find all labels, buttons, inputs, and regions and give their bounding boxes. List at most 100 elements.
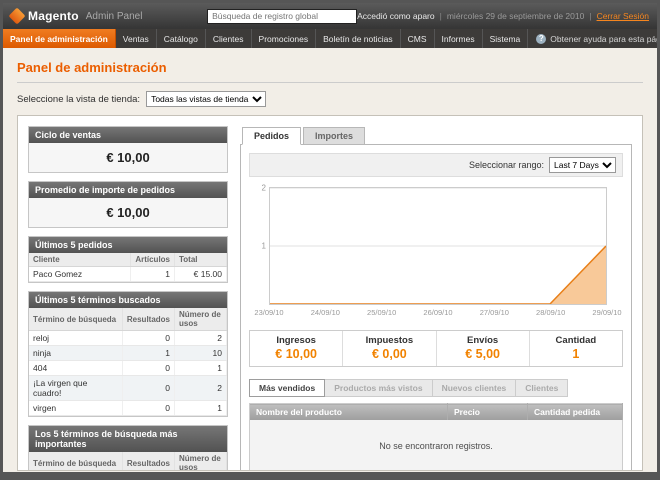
top-search-terms-table: Término de búsquedaResultadosNúmero de u… [29, 452, 227, 471]
top-search-terms-card: Los 5 términos de búsqueda más important… [28, 425, 228, 471]
table-row[interactable]: reloj02 [29, 331, 227, 346]
grid-tab-productos-mas-vistos[interactable]: Productos más vistos [325, 379, 432, 397]
card-title: Los 5 términos de búsqueda más important… [29, 426, 227, 452]
nav-item-ventas[interactable]: Ventas [116, 29, 157, 48]
nav-item-informes[interactable]: Informes [435, 29, 483, 48]
top-header: Magento Admin Panel Accedió como aparo |… [3, 3, 657, 29]
range-selector-bar: Seleccionar rango: Last 7 Days [249, 153, 623, 177]
lifetime-sales-card: Ciclo de ventas € 10,00 [28, 126, 228, 173]
store-view-select[interactable]: Todas las vistas de tienda [146, 91, 266, 107]
product-grid-tabs: Más vendidos Productos más vistos Nuevos… [249, 379, 623, 397]
store-view-row: Seleccione la vista de tienda: Todas las… [17, 83, 643, 115]
range-select[interactable]: Last 7 Days [549, 157, 616, 173]
nav-item-cms[interactable]: CMS [401, 29, 435, 48]
dashboard-left-column: Ciclo de ventas € 10,00 Promedio de impo… [28, 126, 228, 460]
table-header-row: ClienteArtículosTotal [29, 253, 227, 267]
chart-x-label: 23/09/10 [254, 308, 283, 317]
last-search-terms-table: Término de búsquedaResultadosNúmero de u… [29, 308, 227, 416]
card-title: Ciclo de ventas [29, 127, 227, 143]
nav-item-dashboard[interactable]: Panel de administración [3, 29, 116, 48]
chart-tabs: Pedidos Importes [240, 126, 632, 144]
table-row[interactable]: 40401 [29, 361, 227, 376]
chart-y-label: 1 [256, 242, 266, 251]
card-title: Últimos 5 pedidos [29, 237, 227, 253]
grid-tab-nuevos-clientes[interactable]: Nuevos clientes [433, 379, 517, 397]
column-header: Cliente [29, 253, 131, 267]
chart-x-label: 24/09/10 [311, 308, 340, 317]
table-row[interactable]: virgen01 [29, 401, 227, 416]
stat-value: € 10,00 [252, 347, 340, 361]
orders-chart-svg [270, 188, 606, 304]
column-header: Total [175, 253, 227, 267]
column-header: Número de usos [175, 452, 227, 471]
orders-chart: 12 23/09/1024/09/1025/09/1026/09/1027/09… [269, 187, 607, 320]
session-info: Accedió como aparo | miércoles 29 de sep… [357, 11, 649, 21]
stat-envios: Envíos € 5,00 [436, 331, 529, 366]
store-view-label: Seleccione la vista de tienda: [17, 94, 140, 105]
magento-logo-icon [9, 8, 26, 25]
table-row[interactable]: Paco Gomez1€ 15.00 [29, 267, 227, 282]
grid-tab-mas-vendidos[interactable]: Más vendidos [249, 379, 325, 397]
logo-subtitle: Admin Panel [86, 11, 143, 22]
stat-value: 1 [532, 347, 620, 361]
range-label: Seleccionar rango: [469, 160, 544, 170]
nav-item-clientes[interactable]: Clientes [206, 29, 252, 48]
logout-link[interactable]: Cerrar Sesión [597, 11, 649, 21]
separator: | [589, 11, 591, 21]
nav-item-boletin[interactable]: Boletín de noticias [316, 29, 400, 48]
global-search-input[interactable] [207, 9, 357, 24]
logged-in-text: Accedió como aparo [357, 11, 435, 21]
stat-impuestos: Impuestos € 0,00 [342, 331, 435, 366]
last-orders-rows: Paco Gomez1€ 15.00 [29, 267, 227, 282]
table-header-row: Término de búsquedaResultadosNúmero de u… [29, 452, 227, 471]
stat-label: Ingresos [252, 335, 340, 346]
stat-cantidad: Cantidad 1 [529, 331, 622, 366]
last-orders-card: Últimos 5 pedidos ClienteArtículosTotal … [28, 236, 228, 283]
column-header: Nombre del producto [250, 404, 448, 421]
help-label: Obtener ayuda para esta página [550, 34, 660, 44]
stat-label: Envíos [439, 335, 527, 346]
tab-pedidos[interactable]: Pedidos [242, 127, 301, 145]
help-icon: ? [536, 34, 546, 44]
last-orders-table: ClienteArtículosTotal Paco Gomez1€ 15.00 [29, 253, 227, 282]
tab-importes[interactable]: Importes [303, 127, 365, 145]
stat-ingresos: Ingresos € 10,00 [250, 331, 342, 366]
card-title: Últimos 5 términos buscados [29, 292, 227, 308]
table-header-row: Nombre del productoPrecioCantidad pedida [250, 404, 623, 421]
magento-admin-window: Magento Admin Panel Accedió como aparo |… [0, 0, 660, 480]
table-row[interactable]: ¡La virgen que cuadro!02 [29, 376, 227, 401]
chart-x-label: 28/09/10 [536, 308, 565, 317]
chart-y-label: 2 [256, 184, 266, 193]
table-row[interactable]: ninja110 [29, 346, 227, 361]
column-header: Término de búsqueda [29, 308, 122, 331]
card-title: Promedio de importe de pedidos [29, 182, 227, 198]
bestsellers-table: Nombre del productoPrecioCantidad pedida… [249, 403, 623, 471]
current-date: miércoles 29 de septiembre de 2010 [447, 11, 585, 21]
empty-row: No se encontraron registros. [250, 420, 623, 471]
chart-x-label: 26/09/10 [423, 308, 452, 317]
column-header: Término de búsqueda [29, 452, 122, 471]
magento-logo[interactable]: Magento Admin Panel [11, 9, 207, 23]
nav-item-catalogo[interactable]: Catálogo [157, 29, 206, 48]
column-header: Precio [448, 404, 528, 421]
column-header: Resultados [122, 308, 174, 331]
chart-x-label: 27/09/10 [480, 308, 509, 317]
chart-x-label: 25/09/10 [367, 308, 396, 317]
chart-x-label: 29/09/10 [592, 308, 621, 317]
orders-chart-plot: 12 [269, 187, 607, 305]
dashboard-right-column: Pedidos Importes Seleccionar rango: Last… [240, 126, 632, 460]
stat-value: € 0,00 [345, 347, 433, 361]
nav-item-sistema[interactable]: Sistema [483, 29, 529, 48]
main-nav: Panel de administración Ventas Catálogo … [3, 29, 657, 48]
nav-item-promociones[interactable]: Promociones [252, 29, 317, 48]
average-order-value: € 10,00 [29, 198, 227, 227]
dashboard-totals: Ingresos € 10,00 Impuestos € 0,00 Envíos… [249, 330, 623, 367]
average-order-card: Promedio de importe de pedidos € 10,00 [28, 181, 228, 228]
grid-tab-clientes[interactable]: Clientes [516, 379, 568, 397]
page-help-link[interactable]: ? Obtener ayuda para esta página [528, 29, 660, 48]
last-search-terms-card: Últimos 5 términos buscados Término de b… [28, 291, 228, 417]
stat-value: € 5,00 [439, 347, 527, 361]
separator: | [440, 11, 442, 21]
last-search-terms-rows: reloj02ninja11040401¡La virgen que cuadr… [29, 331, 227, 416]
chart-x-labels: 23/09/1024/09/1025/09/1026/09/1027/09/10… [269, 308, 607, 320]
